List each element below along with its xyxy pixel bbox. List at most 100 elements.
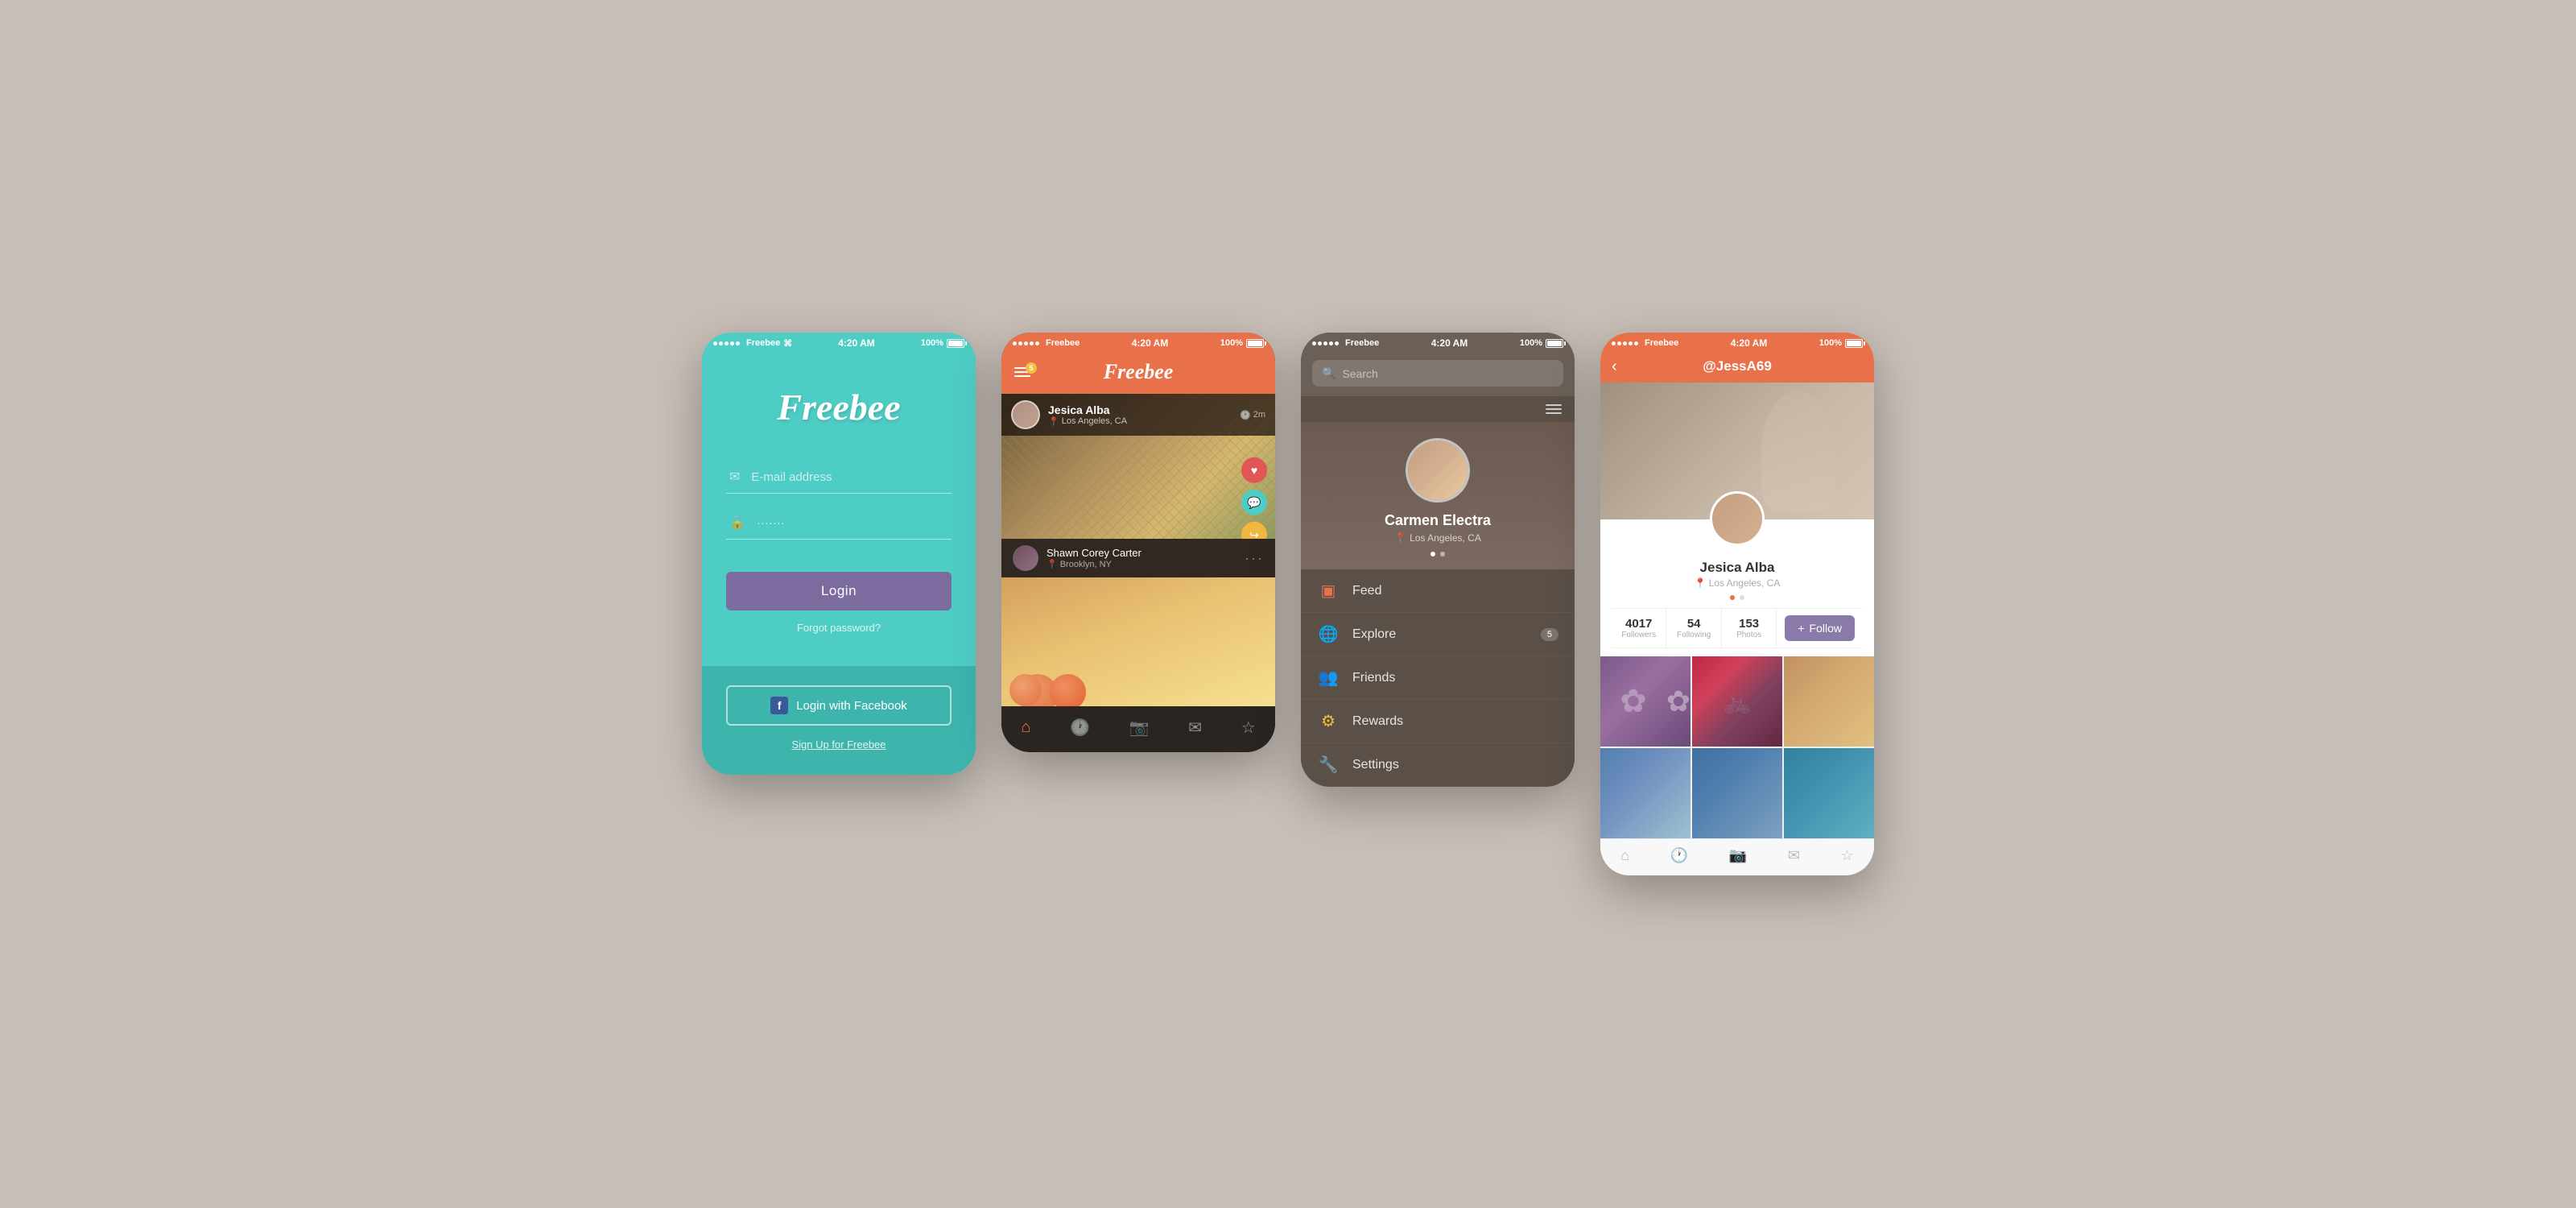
carrier-name-2: Freebee — [1046, 338, 1080, 348]
post-2-image — [1001, 577, 1275, 706]
followers-count: 4017 — [1615, 617, 1662, 631]
menu-button[interactable]: 5 — [1014, 367, 1030, 377]
menu-profile-avatar — [1406, 438, 1470, 503]
lock-icon: 🔒 — [729, 515, 745, 531]
carrier-4: Freebee — [1612, 338, 1678, 348]
battery-icon-3 — [1546, 339, 1563, 348]
following-count: 54 — [1670, 617, 1717, 631]
profile-nav-camera[interactable]: 📷 — [1729, 847, 1747, 864]
status-right-3: 100% — [1520, 338, 1563, 348]
time-4: 4:20 AM — [1731, 337, 1768, 349]
feed-icon: ▣ — [1317, 581, 1340, 601]
status-right-2: 100% — [1220, 338, 1264, 348]
profile-avatar — [1710, 491, 1765, 546]
profile-bottom-nav: ⌂ 🕐 📷 ✉ ☆ — [1600, 838, 1874, 875]
app-logo-1: Freebee — [777, 386, 900, 428]
phone-login: Freebee ⌘ 4:20 AM 100% Freebee ✉ E-mail … — [702, 333, 976, 775]
login-main: Freebee ✉ E-mail address 🔒 ······· Login… — [702, 354, 976, 666]
battery-icon-1 — [947, 339, 964, 348]
followers-label: Followers — [1615, 631, 1662, 639]
login-bottom: f Login with Facebook Sign Up for Freebe… — [702, 666, 976, 775]
settings-label: Settings — [1352, 758, 1399, 772]
clock-icon-1: 🕐 — [1240, 410, 1251, 420]
menu-profile-location: 📍 Los Angeles, CA — [1394, 532, 1481, 544]
search-input[interactable]: 🔍 Search — [1312, 360, 1563, 387]
time-1: 4:20 AM — [838, 337, 875, 349]
app-logo-2: Freebee — [1104, 360, 1174, 384]
post-2-location: 📍 Brooklyn, NY — [1046, 559, 1236, 569]
photo-6[interactable] — [1784, 748, 1874, 838]
signal-dots-1 — [713, 341, 740, 345]
signup-link[interactable]: Sign Up for Freebee — [791, 738, 886, 751]
search-icon: 🔍 — [1322, 366, 1335, 380]
profile-location: 📍 Los Angeles, CA — [1612, 577, 1863, 589]
menu-profile-section: Carmen Electra 📍 Los Angeles, CA — [1301, 422, 1575, 569]
menu-item-settings[interactable]: 🔧 Settings — [1301, 743, 1575, 787]
email-field[interactable]: ✉ E-mail address — [726, 461, 952, 494]
nav-mail[interactable]: ✉ — [1182, 714, 1208, 741]
nav-clock[interactable]: 🕐 — [1063, 714, 1096, 741]
profile-nav-home[interactable]: ⌂ — [1620, 847, 1629, 864]
facebook-icon: f — [770, 697, 788, 714]
share-button-1[interactable]: ↪ — [1241, 522, 1267, 539]
profile-username-header: @JessA69 — [1703, 358, 1772, 374]
follow-button[interactable]: + Follow — [1785, 615, 1855, 641]
menu-item-feed[interactable]: ▣ Feed — [1301, 569, 1575, 613]
feed-post-2 — [1001, 577, 1275, 706]
nav-home[interactable]: ⌂ — [1014, 715, 1037, 740]
menu-profile-name: Carmen Electra — [1385, 512, 1491, 529]
back-button[interactable]: ‹ — [1612, 358, 1617, 376]
hamburger-button[interactable] — [1546, 404, 1562, 414]
status-right-1: 100% — [921, 338, 964, 348]
carrier-2: Freebee — [1013, 338, 1080, 348]
explore-label: Explore — [1352, 627, 1396, 642]
menu-item-explore[interactable]: 🌐 Explore 5 — [1301, 613, 1575, 656]
phone-menu: Freebee 4:20 AM 100% 🔍 Search — [1301, 333, 1575, 787]
facebook-login-button[interactable]: f Login with Facebook — [726, 685, 952, 726]
photo-4[interactable] — [1600, 748, 1690, 838]
feed-bottom-nav: ⌂ 🕐 📷 ✉ ☆ — [1001, 706, 1275, 752]
profile-stats-row: 4017 Followers 54 Following 153 Photos +… — [1612, 608, 1863, 648]
friends-icon: 👥 — [1317, 668, 1340, 688]
phone-feed: Freebee 4:20 AM 100% 5 Freebee — [1001, 333, 1275, 752]
rewards-label: Rewards — [1352, 714, 1403, 729]
photos-label: Photos — [1725, 631, 1773, 639]
profile-nav-star[interactable]: ☆ — [1841, 847, 1854, 864]
carrier-3: Freebee — [1312, 338, 1379, 348]
following-label: Following — [1670, 631, 1717, 639]
time-3: 4:20 AM — [1431, 337, 1468, 349]
nav-camera[interactable]: 📷 — [1123, 714, 1156, 741]
status-bar-4: Freebee 4:20 AM 100% — [1600, 333, 1874, 354]
email-icon: ✉ — [729, 469, 740, 485]
pin-icon-profile: 📍 — [1695, 577, 1707, 589]
carrier-name-3: Freebee — [1345, 338, 1379, 348]
photos-count: 153 — [1725, 617, 1773, 631]
post-2-options[interactable]: ··· — [1245, 550, 1264, 567]
login-button[interactable]: Login — [726, 572, 952, 610]
nav-star[interactable]: ☆ — [1235, 714, 1262, 741]
email-placeholder: E-mail address — [751, 470, 832, 484]
wifi-icon-1: ⌘ — [783, 338, 792, 349]
phones-container: Freebee ⌘ 4:20 AM 100% Freebee ✉ E-mail … — [702, 333, 1874, 875]
carrier-1: Freebee ⌘ — [713, 338, 792, 349]
photo-1[interactable]: ✿ — [1600, 656, 1690, 747]
photo-2[interactable]: 🚲 — [1692, 656, 1782, 747]
profile-nav-clock[interactable]: 🕐 — [1670, 847, 1688, 864]
password-field[interactable]: 🔒 ······· — [726, 507, 952, 540]
post-2-username: Shawn Corey Carter — [1046, 547, 1236, 559]
profile-nav-mail[interactable]: ✉ — [1788, 847, 1800, 864]
feed-top-bar: 5 Freebee — [1001, 354, 1275, 394]
menu-top-bar — [1301, 396, 1575, 422]
post-1-header: Jesica Alba 📍 Los Angeles, CA 🕐 2m — [1001, 394, 1275, 436]
menu-item-friends[interactable]: 👥 Friends — [1301, 656, 1575, 700]
feed-post-1: Jesica Alba 📍 Los Angeles, CA 🕐 2m ♥ 💬 ↪ — [1001, 394, 1275, 539]
pin-icon-2: 📍 — [1046, 559, 1058, 569]
photo-5[interactable] — [1692, 748, 1782, 838]
like-button-1[interactable]: ♥ — [1241, 457, 1267, 483]
post-1-user-info: Jesica Alba 📍 Los Angeles, CA — [1048, 403, 1232, 427]
forgot-password-link[interactable]: Forgot password? — [797, 622, 881, 634]
menu-item-rewards[interactable]: ⚙ Rewards — [1301, 700, 1575, 743]
post-1-location: 📍 Los Angeles, CA — [1048, 416, 1232, 427]
photo-3[interactable] — [1784, 656, 1874, 747]
comment-button-1[interactable]: 💬 — [1241, 490, 1267, 515]
